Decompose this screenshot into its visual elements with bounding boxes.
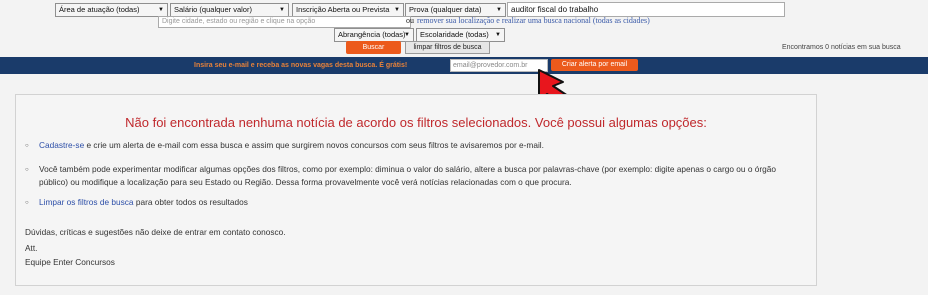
no-results-headline: Não foi encontrada nenhuma notícia de ac… xyxy=(125,115,707,130)
no-results-panel: Não foi encontrada nenhuma notícia de ac… xyxy=(15,94,817,286)
bullet-icon: ○ xyxy=(25,143,29,149)
option-clear-text: para obter todos os resultados xyxy=(133,197,248,207)
education-select-value: Escolaridade (todas) xyxy=(420,30,489,39)
area-select-value: Área de atuação (todas) xyxy=(59,5,140,14)
chevron-down-icon: ▼ xyxy=(404,32,410,38)
search-button[interactable]: Buscar xyxy=(346,41,401,54)
option-register-text: e crie um alerta de e-mail com essa busc… xyxy=(84,140,544,150)
chevron-down-icon: ▼ xyxy=(394,7,400,13)
alert-bar-text: Insira seu e-mail e receba as novas vaga… xyxy=(194,62,408,69)
scope-select[interactable]: Abrangência (todas) ▼ xyxy=(334,28,414,42)
register-link[interactable]: Cadastre-se xyxy=(39,140,84,150)
enrollment-select[interactable]: Inscrição Aberta ou Prevista ▼ xyxy=(292,3,404,17)
salary-select[interactable]: Salário (qualquer valor) ▼ xyxy=(170,3,289,17)
clear-filters-link[interactable]: Limpar os filtros de busca xyxy=(39,197,134,207)
signoff-team: Equipe Enter Concursos xyxy=(25,257,115,267)
salary-select-value: Salário (qualquer valor) xyxy=(174,5,252,14)
location-input[interactable]: Digite cidade, estado ou região e clique… xyxy=(158,16,411,28)
signoff-att: Att. xyxy=(25,243,38,253)
exam-select-value: Prova (qualquer data) xyxy=(409,5,482,14)
option-modify-filters: Você também pode experimentar modificar … xyxy=(39,164,776,187)
chevron-down-icon: ▼ xyxy=(279,7,285,13)
feedback-text: Dúvidas, críticas e sugestões não deixe … xyxy=(25,227,286,237)
chevron-down-icon: ▼ xyxy=(496,7,502,13)
clear-filters-button[interactable]: limpar filtros de busca xyxy=(405,41,490,54)
bullet-icon: ○ xyxy=(25,200,29,206)
remove-location-link[interactable]: remover sua localização e realizar uma b… xyxy=(417,16,650,25)
or-text: ou xyxy=(406,16,414,25)
chevron-down-icon: ▼ xyxy=(495,32,501,38)
scope-select-value: Abrangência (todas) xyxy=(338,30,406,39)
education-select[interactable]: Escolaridade (todas) ▼ xyxy=(416,28,505,42)
option-clear-filters: Limpar os filtros de busca para obter to… xyxy=(39,196,799,209)
results-count: Encontramos 0 notícias em sua busca xyxy=(782,44,901,51)
option-register: Cadastre-se e crie um alerta de e-mail c… xyxy=(39,139,799,152)
enrollment-select-value: Inscrição Aberta ou Prevista xyxy=(296,5,390,14)
exam-select[interactable]: Prova (qualquer data) ▼ xyxy=(405,3,506,17)
area-select[interactable]: Área de atuação (todas) ▼ xyxy=(55,3,168,17)
bullet-icon: ○ xyxy=(25,167,29,173)
keyword-search-input[interactable]: auditor fiscal do trabalho xyxy=(507,2,785,17)
chevron-down-icon: ▼ xyxy=(158,7,164,13)
